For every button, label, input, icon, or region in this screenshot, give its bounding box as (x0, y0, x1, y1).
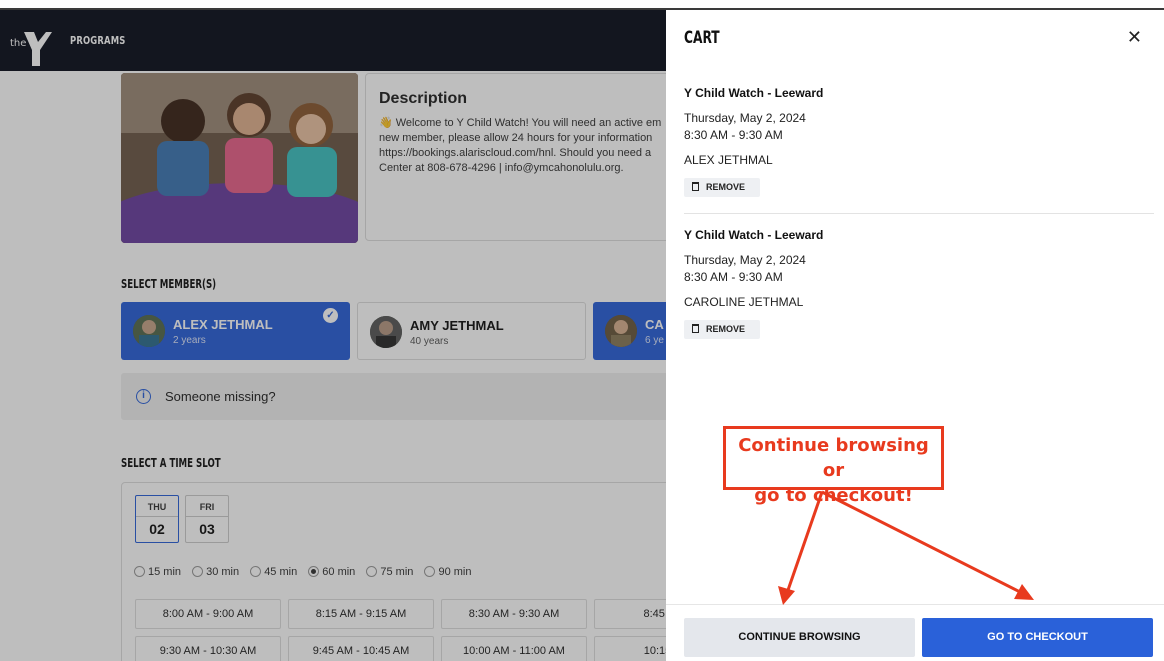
remove-button[interactable]: REMOVE (684, 320, 760, 339)
cart-item-time: 8:30 AM - 9:30 AM (684, 270, 783, 284)
cart-item-program: Y Child Watch - Leeward (684, 86, 824, 100)
cart-drawer: CART ✕ Y Child Watch - Leeward Thursday,… (666, 8, 1164, 661)
trash-icon (692, 324, 699, 333)
remove-button[interactable]: REMOVE (684, 178, 760, 197)
modal-backdrop[interactable] (0, 8, 666, 661)
divider (684, 213, 1154, 214)
annotation-line: Continue browsing or (738, 435, 929, 481)
cart-item-date: Thursday, May 2, 2024 (684, 111, 806, 125)
cart-item-time: 8:30 AM - 9:30 AM (684, 128, 783, 142)
trash-icon (692, 182, 699, 191)
continue-browsing-button[interactable]: CONTINUE BROWSING (684, 618, 915, 657)
cart-title: CART (684, 28, 720, 48)
annotation-callout: Continue browsing or go to checkout! (723, 426, 944, 506)
footer-divider (666, 604, 1164, 605)
go-to-checkout-button[interactable]: GO TO CHECKOUT (922, 618, 1153, 657)
cart-item-member: ALEX JETHMAL (684, 153, 773, 167)
remove-label: REMOVE (706, 324, 746, 334)
cart-item-date: Thursday, May 2, 2024 (684, 253, 806, 267)
cart-item-member: CAROLINE JETHMAL (684, 295, 804, 309)
close-icon[interactable]: ✕ (1127, 27, 1142, 48)
cart-item: Y Child Watch - Leeward Thursday, May 2,… (684, 228, 1154, 348)
cart-item-program: Y Child Watch - Leeward (684, 228, 824, 242)
annotation-line: go to checkout! (754, 485, 913, 506)
remove-label: REMOVE (706, 182, 746, 192)
cart-item: Y Child Watch - Leeward Thursday, May 2,… (684, 86, 1154, 206)
